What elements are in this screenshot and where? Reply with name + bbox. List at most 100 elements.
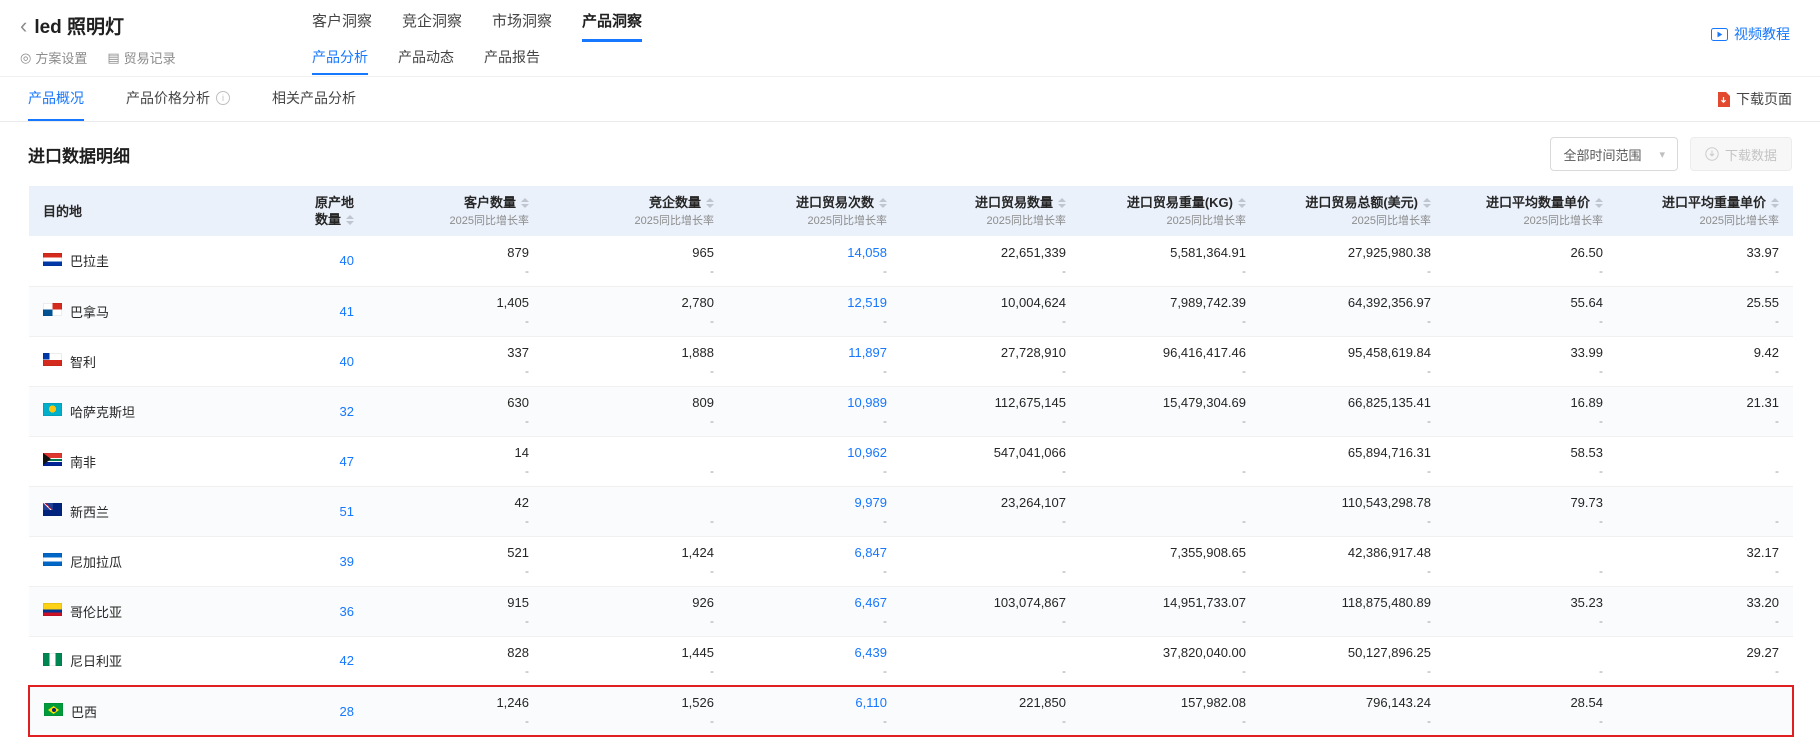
cell-value: 32.17 — [1631, 544, 1779, 561]
sort-carets-icon[interactable] — [521, 198, 529, 208]
tab-product-overview[interactable]: 产品概况 — [28, 77, 84, 121]
sort-carets-icon[interactable] — [1595, 198, 1603, 208]
cell-competitor_count: 965- — [543, 236, 728, 286]
origin-count-link[interactable]: 39 — [340, 554, 354, 569]
origin-count-link[interactable]: 40 — [340, 253, 354, 268]
column-subtitle: 2025同比增长率 — [1274, 214, 1431, 228]
import-trade-count-link[interactable]: 14,058 — [742, 244, 887, 261]
origin-count-link[interactable]: 36 — [340, 604, 354, 619]
column-header-import_trade_quantity[interactable]: 进口贸易数量2025同比增长率 — [901, 186, 1080, 236]
cell-import_trade_amount_usd: 42,386,917.48- — [1260, 536, 1445, 586]
import-trade-count-link[interactable]: 6,467 — [742, 594, 887, 611]
cell-value: 879 — [382, 244, 529, 261]
flag-br-icon — [44, 703, 63, 716]
growth-rate-value: - — [742, 464, 887, 478]
flag-pa-icon — [43, 303, 62, 316]
import-trade-count-link[interactable]: 10,989 — [742, 394, 887, 411]
column-header-import_trade_count[interactable]: 进口贸易次数2025同比增长率 — [728, 186, 901, 236]
cell-customer_count: 1,405- — [368, 286, 543, 336]
cell-value: 28.54 — [1459, 694, 1603, 711]
growth-rate-value: - — [1274, 414, 1431, 428]
import-trade-count-link[interactable]: 9,979 — [742, 494, 887, 511]
column-header-competitor_count[interactable]: 竞企数量2025同比增长率 — [543, 186, 728, 236]
origin-count-link[interactable]: 32 — [340, 404, 354, 419]
growth-rate-value: - — [382, 464, 529, 478]
origin-count-link[interactable]: 40 — [340, 354, 354, 369]
growth-rate-value: - — [382, 514, 529, 528]
growth-rate-value: - — [382, 314, 529, 328]
growth-rate-value: - — [915, 464, 1066, 478]
download-data-button[interactable]: 下载数据 — [1690, 137, 1792, 171]
scheme-settings-button[interactable]: ◎ 方案设置 — [20, 48, 87, 67]
time-range-dropdown[interactable]: 全部时间范围 ▾ — [1550, 137, 1678, 171]
origin-count-link[interactable]: 51 — [340, 504, 354, 519]
table-row: 尼加拉瓜39521-1,424-6,847- -7,355,908.65-42,… — [29, 536, 1793, 586]
import-trade-count-link[interactable]: 10,962 — [742, 444, 887, 461]
column-header-customer_count[interactable]: 客户数量2025同比增长率 — [368, 186, 543, 236]
import-trade-count-link[interactable]: 12,519 — [742, 294, 887, 311]
import-trade-count-link[interactable]: 6,847 — [742, 544, 887, 561]
cell-value: 1,445 — [557, 644, 714, 661]
cell-value: 23,264,107 — [915, 494, 1066, 511]
growth-rate-value: - — [1459, 364, 1603, 378]
cell-customer_count: 14- — [368, 436, 543, 486]
tab-product-report[interactable]: 产品报告 — [484, 47, 540, 75]
tab-product-price-analysis[interactable]: 产品价格分析 i — [126, 77, 230, 121]
column-header-import_avg_weight_price[interactable]: 进口平均重量单价2025同比增长率 — [1617, 186, 1793, 236]
tab-customer-insight[interactable]: 客户洞察 — [312, 10, 372, 42]
column-title-line: 进口平均重量单价 — [1631, 194, 1779, 211]
cell-import_trade_amount_usd: 110,543,298.78- — [1260, 486, 1445, 536]
column-header-import_trade_amount_usd[interactable]: 进口贸易总额(美元)2025同比增长率 — [1260, 186, 1445, 236]
cell-import_trade_count: 10,989- — [728, 386, 901, 436]
origin-count-link[interactable]: 41 — [340, 304, 354, 319]
caret-up-icon — [1238, 198, 1246, 202]
tab-related-product-analysis[interactable]: 相关产品分析 — [272, 77, 356, 121]
sort-carets-icon[interactable] — [706, 198, 714, 208]
growth-rate-value: - — [742, 664, 887, 678]
import-trade-count-link[interactable]: 6,439 — [742, 644, 887, 661]
column-header-import_avg_quantity_price[interactable]: 进口平均数量单价2025同比增长率 — [1445, 186, 1617, 236]
growth-rate-value: - — [557, 264, 714, 278]
growth-rate-value: - — [382, 714, 529, 728]
sort-carets-icon[interactable] — [346, 215, 354, 225]
column-header-origin_count[interactable]: 原产地数量 — [201, 186, 368, 236]
cell-import_trade_weight_kg: 96,416,417.46- — [1080, 336, 1260, 386]
cell-import_avg_quantity_price: 55.64- — [1445, 286, 1617, 336]
origin-count-link[interactable]: 28 — [340, 704, 354, 719]
cell-value: 95,458,619.84 — [1274, 344, 1431, 361]
tab-product-analysis[interactable]: 产品分析 — [312, 47, 368, 75]
import-trade-count-link[interactable]: 11,897 — [742, 344, 887, 361]
column-header-import_trade_weight_kg[interactable]: 进口贸易重量(KG)2025同比增长率 — [1080, 186, 1260, 236]
video-tutorial-link[interactable]: 视频教程 — [1711, 24, 1790, 44]
sort-carets-icon[interactable] — [1238, 198, 1246, 208]
tab-market-insight[interactable]: 市场洞察 — [492, 10, 552, 42]
sort-carets-icon[interactable] — [879, 198, 887, 208]
origin-count-link[interactable]: 47 — [340, 454, 354, 469]
cell-value: 110,543,298.78 — [1274, 494, 1431, 511]
growth-rate-value: - — [1094, 264, 1246, 278]
growth-rate-value: - — [1274, 564, 1431, 578]
cell-import_trade_weight_kg: 15,479,304.69- — [1080, 386, 1260, 436]
growth-rate-value: - — [1274, 664, 1431, 678]
column-subtitle: 2025同比增长率 — [915, 214, 1066, 228]
cell-destination: 尼日利亚 — [29, 636, 201, 686]
cell-origin_count: 42 — [201, 636, 368, 686]
origin-count-link[interactable]: 42 — [340, 653, 354, 668]
cell-competitor_count: 809- — [543, 386, 728, 436]
sort-carets-icon[interactable] — [1058, 198, 1066, 208]
trade-records-button[interactable]: ▤ 贸易记录 — [107, 48, 175, 67]
download-page-button[interactable]: 下载页面 — [1717, 89, 1792, 109]
cell-value: 112,675,145 — [915, 394, 1066, 411]
cell-value — [557, 444, 714, 461]
import-trade-count-link[interactable]: 6,110 — [742, 694, 887, 711]
sort-carets-icon[interactable] — [1771, 198, 1779, 208]
tab-product-insight[interactable]: 产品洞察 — [582, 10, 642, 42]
cell-value: 7,989,742.39 — [1094, 294, 1246, 311]
growth-rate-value: - — [1459, 564, 1603, 578]
tab-product-trends[interactable]: 产品动态 — [398, 47, 454, 75]
back-chevron-icon[interactable]: ‹ — [20, 16, 27, 36]
growth-rate-value: - — [1094, 714, 1246, 728]
sort-carets-icon[interactable] — [1423, 198, 1431, 208]
tab-competitor-insight[interactable]: 竞企洞察 — [402, 10, 462, 42]
flag-py-icon — [43, 253, 62, 266]
